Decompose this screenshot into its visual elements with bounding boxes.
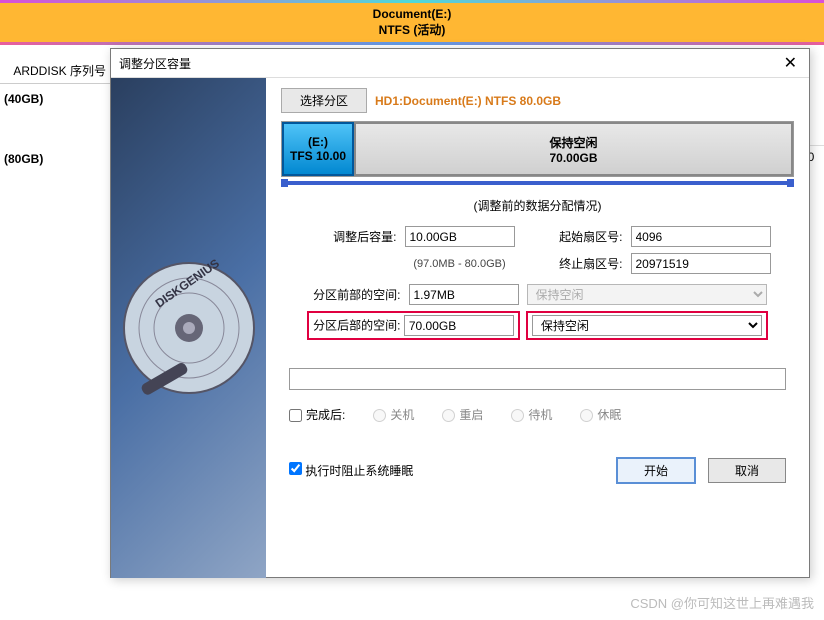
front-space-label: 分区前部的空间: [309,286,401,303]
partition-segment-active[interactable]: (E:) TFS 10.00 [282,122,354,176]
partition-slider[interactable] [281,181,794,185]
size-input[interactable] [405,226,515,247]
partition-bar[interactable]: (E:) TFS 10.00 保持空闲 70.00GB [281,121,794,177]
back-space-label: 分区后部的空间: [313,319,400,333]
size-range-label: (97.0MB - 80.0GB) [405,258,515,270]
disk-image: DISKGENIUS [111,78,266,578]
front-space-input[interactable] [409,284,519,305]
progress-bar [289,368,786,390]
radio-standby [511,409,524,422]
highlight-back-space: 分区后部的空间: [307,311,520,340]
background-title: Document(E:) NTFS (活动) [0,3,824,42]
select-partition-button[interactable]: 选择分区 [281,88,367,113]
dialog-title: 调整分区容量 [119,55,780,72]
partition-segment-free[interactable]: 保持空闲 70.00GB [354,122,793,176]
cancel-button[interactable]: 取消 [708,458,786,483]
front-space-select: 保持空闲 [527,284,767,305]
allocation-info-label: (调整前的数据分配情况) [281,197,794,214]
bg-title-line2: NTFS (活动) [0,21,824,38]
after-complete-checkbox[interactable] [289,409,302,422]
bg-left-item: (80GB) [0,144,110,174]
close-icon[interactable]: ✕ [780,53,801,73]
radio-shutdown [373,409,386,422]
after-complete-label: 完成后: [306,408,345,422]
highlight-back-select: 保持空闲 [526,311,768,340]
selected-partition-label: HD1:Document(E:) NTFS 80.0GB [375,94,561,108]
prevent-sleep-checkbox[interactable] [289,462,302,475]
start-button[interactable]: 开始 [616,457,696,484]
back-space-input[interactable] [404,315,514,336]
radio-hibernate [580,409,593,422]
start-sector-input[interactable] [631,226,771,247]
radio-restart [442,409,455,422]
bg-title-line1: Document(E:) [0,7,824,21]
bg-left-panel: ARDDISK 序列号 (40GB) (80GB) [0,58,110,174]
resize-dialog: 调整分区容量 ✕ DISKGENIUS 选择分区 HD1:Document(E:… [110,48,810,578]
back-space-select[interactable]: 保持空闲 [532,315,762,336]
watermark: CSDN @你可知这世上再难遇我 [630,593,814,612]
bg-left-header: ARDDISK 序列号 [0,58,110,84]
end-sector-label: 终止扇区号: [523,255,623,272]
prevent-sleep-label: 执行时阻止系统睡眠 [305,464,413,478]
end-sector-input[interactable] [631,253,771,274]
start-sector-label: 起始扇区号: [523,228,623,245]
bg-left-item: (40GB) [0,84,110,114]
size-label: 调整后容量: [305,228,397,245]
